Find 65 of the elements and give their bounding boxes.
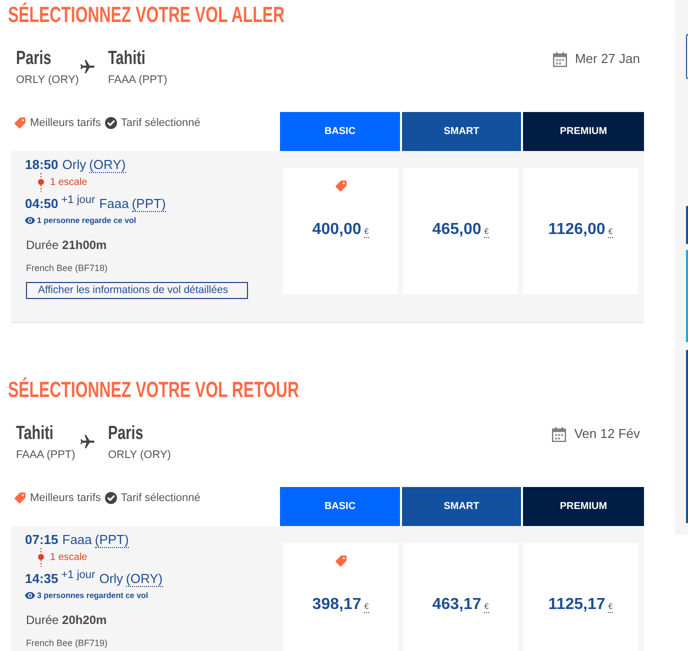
arrival-time: 14:35 xyxy=(25,571,58,586)
watchers-text: 1 personne regarde ce vol xyxy=(37,215,136,227)
airport-code: (PPT) xyxy=(94,532,129,548)
city-name: Paris xyxy=(16,48,52,70)
legend-label: Meilleurs tarifs xyxy=(30,491,101,505)
section-title: SÉLECTIONNEZ VOTRE VOL ALLER xyxy=(8,2,284,28)
day-offset: +1 jour xyxy=(61,194,96,206)
departure-time: 18:50 xyxy=(25,157,58,172)
fare-column-header: SMART xyxy=(402,487,521,526)
eye-icon xyxy=(25,592,35,599)
fare-column-header: SMART xyxy=(402,112,521,151)
stops-label: 1 escale xyxy=(50,551,88,565)
fare-column-header: PREMIUM xyxy=(523,487,644,526)
airport-label: ORLY (ORY) xyxy=(108,448,171,462)
day-offset: +1 jour xyxy=(61,569,96,581)
airport-label: ORLY (ORY) xyxy=(16,73,80,87)
airline-flight-number: French Bee (BF719) xyxy=(25,637,109,649)
fare-button[interactable]: 398,17 € xyxy=(283,543,398,651)
fare-button[interactable]: 465,00 € xyxy=(403,168,518,294)
airport-code: (ORY) xyxy=(126,571,163,587)
legend-label: Meilleurs tarifs xyxy=(30,116,101,130)
stop-marker-icon xyxy=(38,173,44,192)
airport-code: (ORY) xyxy=(89,157,126,173)
airport-name: Orly xyxy=(99,571,124,586)
price-tag-icon xyxy=(14,117,26,129)
airline-flight-number: French Bee (BF718) xyxy=(25,262,109,274)
calendar-icon xyxy=(552,52,567,66)
stops-label: 1 escale xyxy=(50,176,88,190)
airplane-icon xyxy=(80,60,95,74)
fare-column-header: PREMIUM xyxy=(523,112,644,151)
airport-name: Faaa xyxy=(62,532,92,547)
flight-duration: Durée 20h20m xyxy=(25,613,108,628)
fare-button[interactable]: 400,00 € xyxy=(283,168,398,294)
fare-button[interactable]: 463,17 € xyxy=(403,543,518,651)
flight-details-button[interactable]: Afficher les informations de vol détaillées xyxy=(26,282,248,299)
fare-button[interactable]: 1126,00 € xyxy=(523,168,638,294)
flight-date: Ven 12 Fév xyxy=(574,426,640,442)
airport-code: (PPT) xyxy=(132,196,166,212)
check-circle-icon xyxy=(104,117,117,129)
section-title: SÉLECTIONNEZ VOTRE VOL RETOUR xyxy=(8,377,299,403)
legend-label: Tarif sélectionné xyxy=(120,116,200,130)
airport-label: FAAA (PPT) xyxy=(108,73,168,87)
city-name: Paris xyxy=(108,423,144,445)
legend-label: Tarif sélectionné xyxy=(120,491,200,505)
price-tag-icon xyxy=(14,492,26,504)
eye-icon xyxy=(25,217,35,224)
airplane-icon xyxy=(80,435,95,449)
fare-button[interactable]: 1125,17 € xyxy=(523,543,638,651)
airport-name: Faaa xyxy=(99,196,129,211)
flight-duration: Durée 21h00m xyxy=(25,238,108,253)
calendar-icon xyxy=(552,426,566,442)
city-name: Tahiti xyxy=(16,423,54,445)
flight-date: Mer 27 Jan xyxy=(574,51,640,67)
airport-label: FAAA (PPT) xyxy=(16,448,76,462)
price-tag-icon xyxy=(334,180,346,192)
fare-column-header: BASIC xyxy=(280,112,400,151)
city-name: Tahiti xyxy=(108,48,146,70)
airport-name: Orly xyxy=(62,157,86,172)
arrival-time: 04:50 xyxy=(25,196,58,211)
stop-marker-icon xyxy=(38,548,44,567)
price-tag-icon xyxy=(334,555,346,567)
departure-time: 07:15 xyxy=(25,532,58,547)
check-circle-icon xyxy=(104,492,117,504)
watchers-text: 3 personnes regardent ce vol xyxy=(37,590,148,602)
fare-column-header: BASIC xyxy=(280,487,400,526)
